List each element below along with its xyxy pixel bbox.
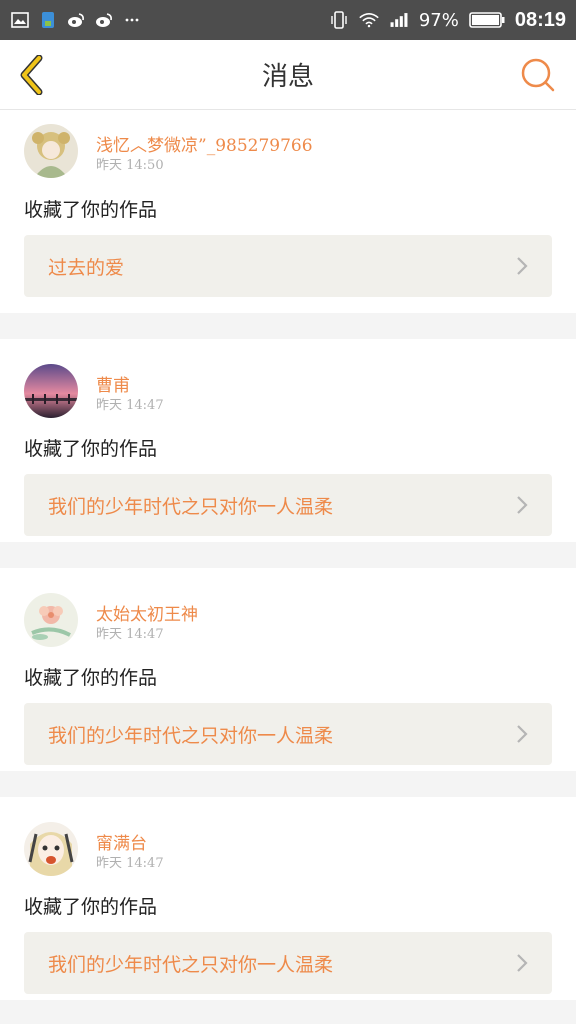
work-title: 我们的少年时代之只对你一人温柔 bbox=[48, 724, 334, 747]
avatar[interactable] bbox=[24, 822, 78, 876]
username[interactable]: 曹甫 bbox=[96, 371, 130, 396]
timestamp: 昨天 14:50 bbox=[96, 158, 164, 173]
timestamp: 昨天 14:47 bbox=[96, 856, 164, 871]
vibrate-icon bbox=[329, 10, 349, 30]
message-list: 浅忆︿梦微凉”_985279766 昨天 14:50 收藏了你的作品 过去的爱 … bbox=[0, 110, 576, 1000]
action-text: 收藏了你的作品 bbox=[24, 438, 158, 460]
avatar[interactable] bbox=[24, 593, 78, 647]
username[interactable]: 甯满台 bbox=[96, 829, 147, 854]
search-icon bbox=[521, 58, 555, 92]
battery-icon bbox=[469, 10, 505, 30]
action-text: 收藏了你的作品 bbox=[24, 667, 158, 689]
work-title: 我们的少年时代之只对你一人温柔 bbox=[48, 495, 334, 518]
username[interactable]: 太始太初王神 bbox=[96, 600, 198, 625]
work-link[interactable]: 我们的少年时代之只对你一人温柔 bbox=[24, 703, 552, 765]
browser-icon bbox=[38, 10, 58, 30]
battery-percent: 97% bbox=[418, 9, 459, 31]
message-card: 甯满台 昨天 14:47 收藏了你的作品 我们的少年时代之只对你一人温柔 bbox=[0, 797, 576, 1000]
chevron-left-icon bbox=[20, 55, 43, 95]
timestamp: 昨天 14:47 bbox=[96, 627, 164, 642]
chevron-right-icon bbox=[517, 725, 528, 743]
chevron-right-icon bbox=[517, 954, 528, 972]
action-text: 收藏了你的作品 bbox=[24, 896, 158, 918]
chevron-right-icon bbox=[517, 257, 528, 275]
message-card: 太始太初王神 昨天 14:47 收藏了你的作品 我们的少年时代之只对你一人温柔 bbox=[0, 568, 576, 771]
chevron-right-icon bbox=[517, 496, 528, 514]
message-card: 曹甫 昨天 14:47 收藏了你的作品 我们的少年时代之只对你一人温柔 bbox=[0, 339, 576, 542]
timestamp: 昨天 14:47 bbox=[96, 398, 164, 413]
action-text: 收藏了你的作品 bbox=[24, 199, 158, 221]
status-bar-right: 97% 08:19 bbox=[329, 9, 566, 32]
weibo-icon bbox=[66, 10, 86, 30]
wifi-icon bbox=[359, 10, 379, 30]
work-title: 过去的爱 bbox=[48, 256, 125, 279]
more-dots-icon bbox=[122, 10, 142, 30]
status-bar: 97% 08:19 bbox=[0, 0, 576, 40]
nav-bar: 消息 bbox=[0, 40, 576, 110]
page-title: 消息 bbox=[261, 62, 314, 92]
work-title: 我们的少年时代之只对你一人温柔 bbox=[48, 953, 334, 976]
signal-icon bbox=[389, 10, 409, 30]
status-bar-left bbox=[10, 10, 142, 30]
username[interactable]: 浅忆︿梦微凉”_985279766 bbox=[96, 131, 313, 156]
work-link[interactable]: 过去的爱 bbox=[24, 235, 552, 297]
weibo-icon bbox=[94, 10, 114, 30]
work-link[interactable]: 我们的少年时代之只对你一人温柔 bbox=[24, 474, 552, 536]
message-card: 浅忆︿梦微凉”_985279766 昨天 14:50 收藏了你的作品 过去的爱 bbox=[0, 110, 576, 313]
back-button[interactable] bbox=[12, 53, 52, 97]
status-time: 08:19 bbox=[514, 8, 566, 31]
gallery-icon bbox=[10, 10, 30, 30]
work-link[interactable]: 我们的少年时代之只对你一人温柔 bbox=[24, 932, 552, 994]
search-button[interactable] bbox=[520, 57, 556, 93]
avatar[interactable] bbox=[24, 364, 78, 418]
avatar[interactable] bbox=[24, 124, 78, 178]
